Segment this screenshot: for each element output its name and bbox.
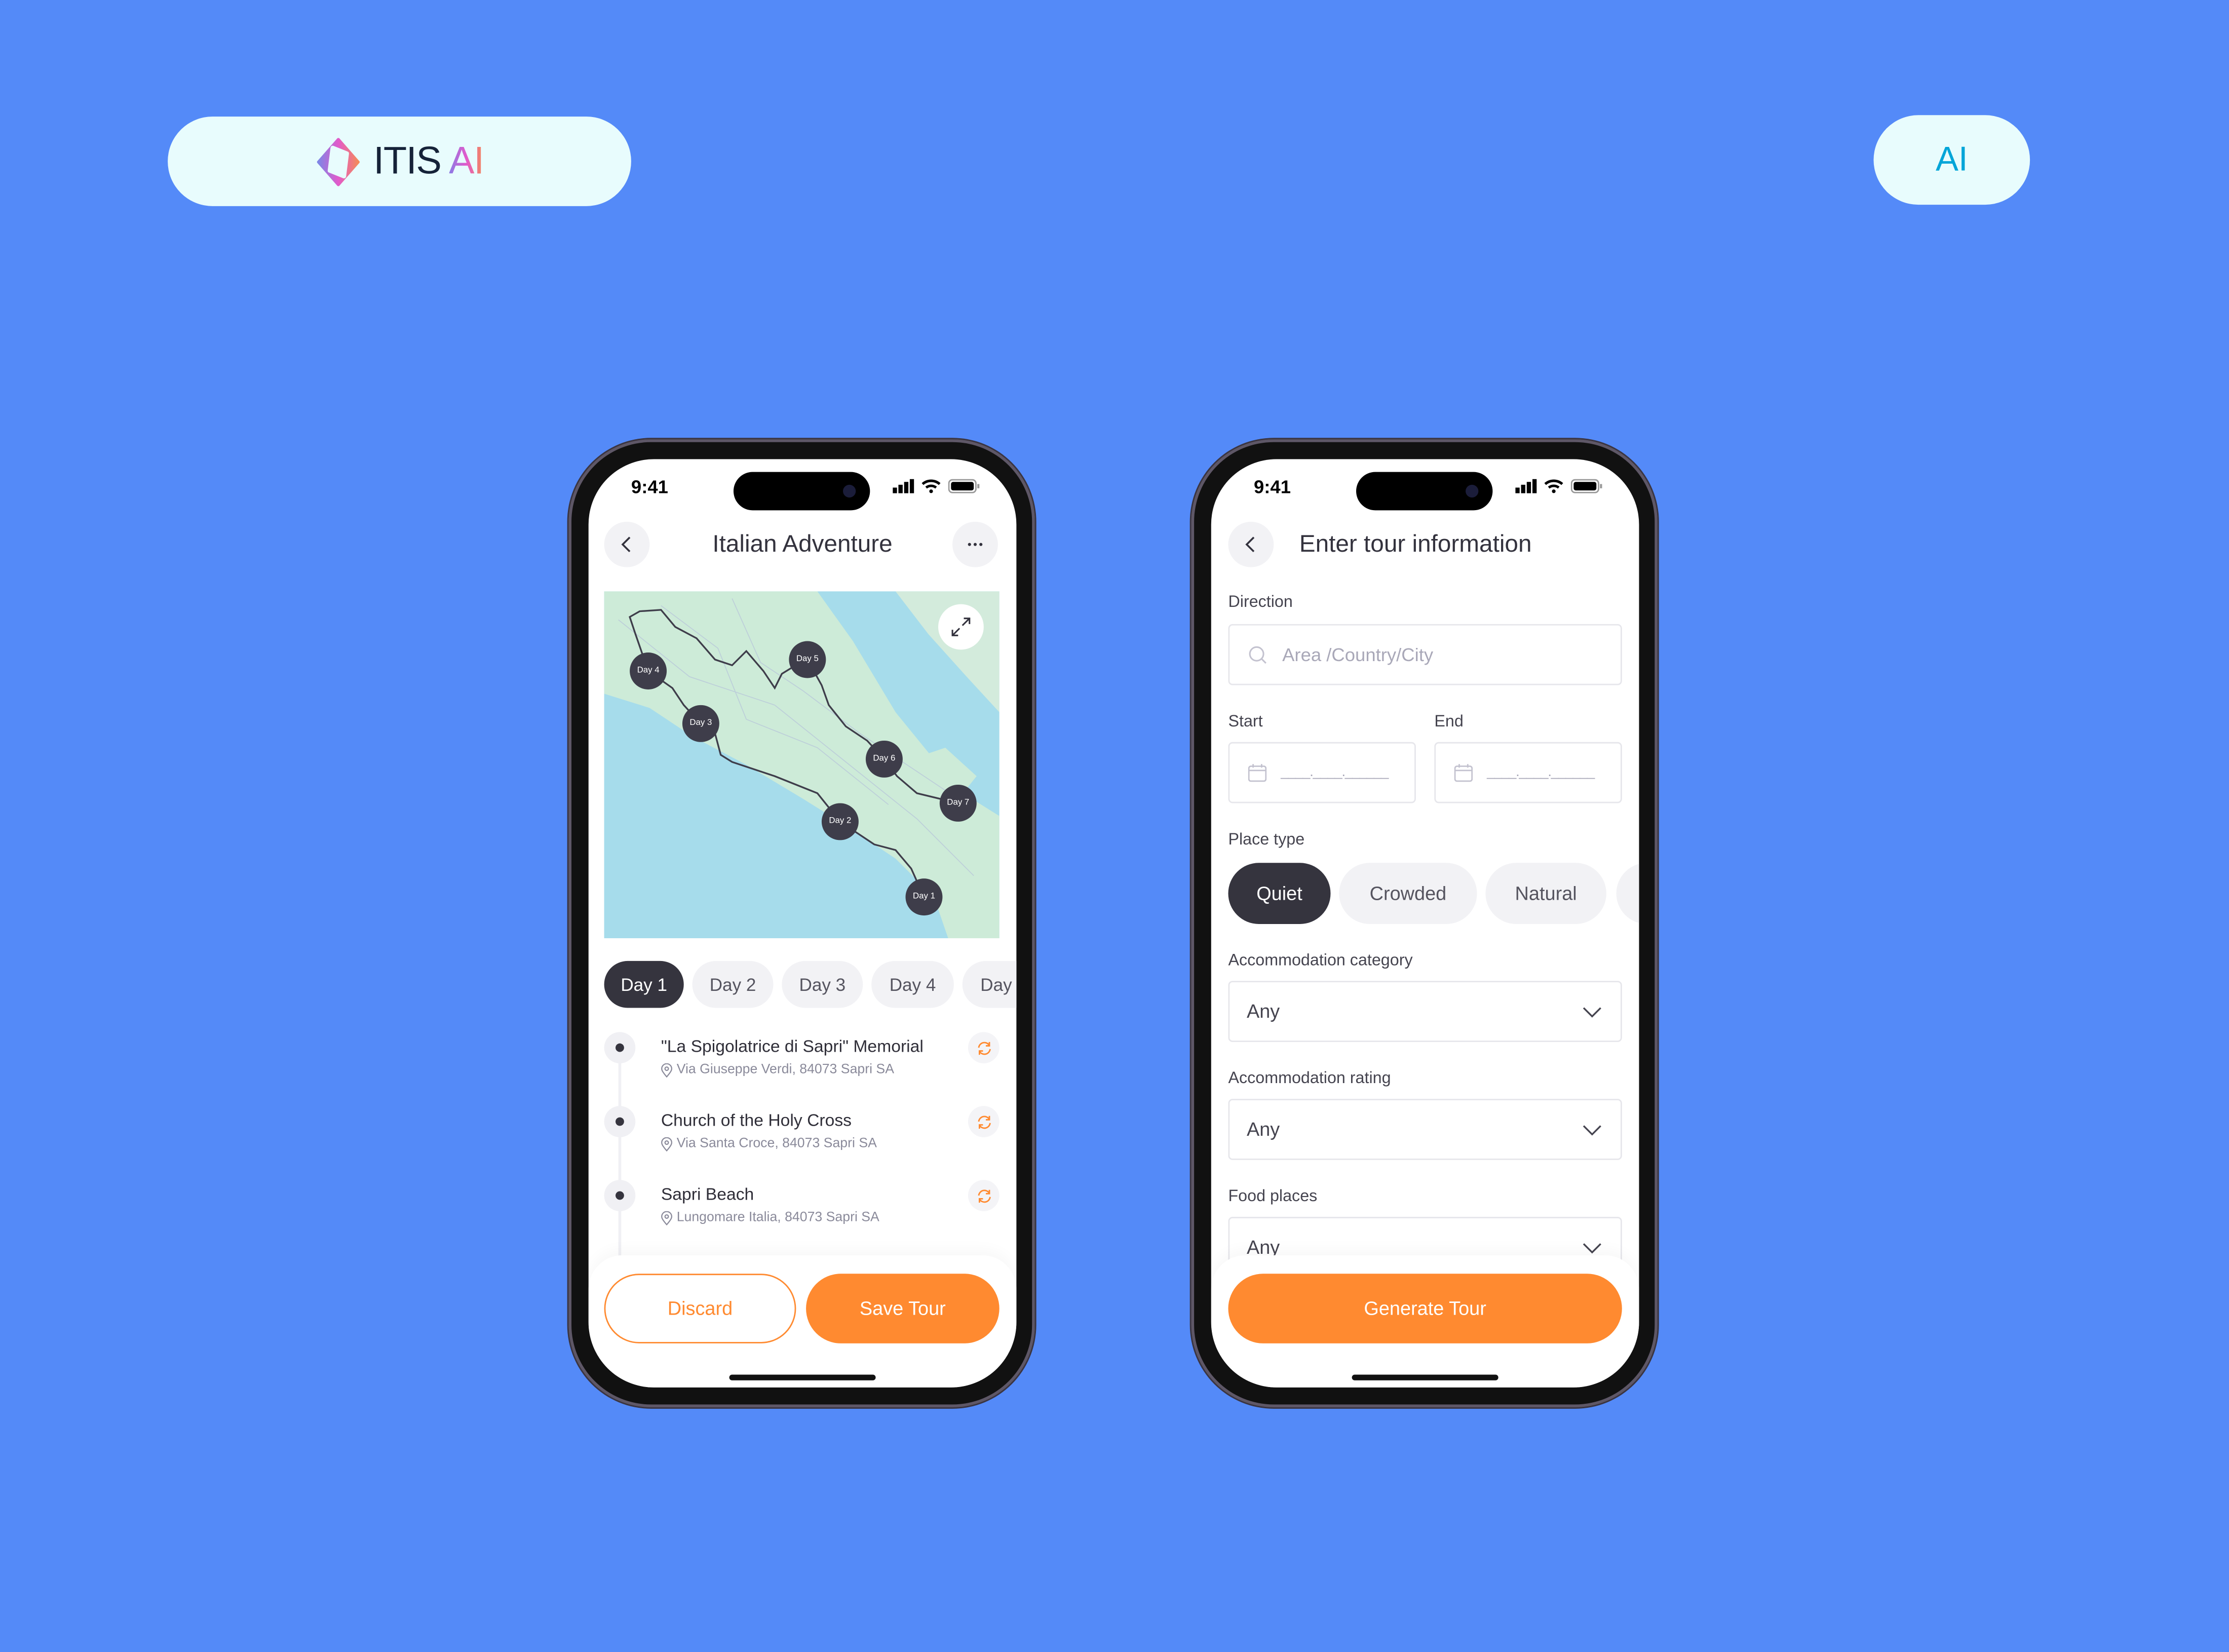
replace-stop-button[interactable] <box>968 1032 1000 1063</box>
map-marker[interactable]: Day 7 <box>939 784 977 822</box>
refresh-icon <box>977 1115 990 1128</box>
status-time: 9:41 <box>1253 476 1291 498</box>
calendar-icon <box>1248 764 1267 782</box>
place-type-natural[interactable]: Natural <box>1485 863 1606 924</box>
accommodation-rating-label: Accommodation rating <box>1228 1070 1391 1088</box>
wifi-icon <box>1544 479 1563 493</box>
stop-name: Sapri Beach <box>661 1184 754 1204</box>
tour-screen: 9:41 Italian Adventure Day 4 Day 3 Day 5… <box>588 459 1017 1388</box>
direction-label: Direction <box>1228 594 1293 611</box>
tab-day-3[interactable]: Day 3 <box>782 961 863 1008</box>
end-date-placeholder: ____.____.______ <box>1487 764 1595 781</box>
stop-address: Via Giuseppe Verdi, 84073 Sapri SA <box>661 1062 894 1078</box>
stop-name: Church of the Holy Cross <box>661 1110 852 1130</box>
tab-day-4[interactable]: Day 4 <box>871 961 954 1008</box>
dynamic-island <box>1356 472 1493 511</box>
battery-icon <box>1570 479 1602 493</box>
route-map[interactable]: Day 4 Day 3 Day 5 Day 6 Day 7 Day 2 Day … <box>604 591 1000 939</box>
start-label: Start <box>1228 713 1263 731</box>
accommodation-rating-select[interactable]: Any <box>1228 1099 1622 1160</box>
refresh-icon <box>977 1041 990 1054</box>
phone-tour: 9:41 Italian Adventure Day 4 Day 3 Day 5… <box>568 439 1035 1408</box>
stop-item[interactable]: "La Spigolatrice di Sapri" Memorial Via … <box>604 1032 1000 1089</box>
place-type-label: Place type <box>1228 831 1305 849</box>
ai-badge-label: AI <box>1935 140 1968 179</box>
tab-day-2[interactable]: Day 2 <box>692 961 774 1008</box>
bottom-action-bar: Discard Save Tour <box>588 1255 1017 1388</box>
stop-name: "La Spigolatrice di Sapri" Memorial <box>661 1036 924 1056</box>
ai-badge: AI <box>1873 115 2030 205</box>
timeline-dot <box>604 1032 636 1063</box>
stage: ITIS AI AI 9:41 Italian Adventure Day 4 … <box>0 0 2229 1652</box>
stop-item[interactable]: Church of the Holy Cross Via Santa Croce… <box>604 1106 1000 1163</box>
brand-logo: ITIS AI <box>168 117 631 206</box>
location-pin-icon <box>661 1210 673 1225</box>
wifi-icon <box>921 479 941 493</box>
map-marker[interactable]: Day 3 <box>682 705 719 742</box>
map-marker[interactable]: Day 1 <box>905 878 943 916</box>
battery-icon <box>948 479 980 493</box>
chevron-down-icon <box>1583 1242 1601 1253</box>
bottom-action-bar: Generate Tour <box>1211 1255 1639 1388</box>
start-date-input[interactable]: ____.____.______ <box>1228 742 1416 803</box>
location-pin-icon <box>661 1062 673 1077</box>
signal-icon <box>893 479 914 493</box>
tab-day-5[interactable]: Day 5 <box>962 961 1017 1008</box>
status-icons <box>1515 479 1602 493</box>
page-title: Enter tour information <box>1299 530 1532 557</box>
place-type-more[interactable] <box>1616 863 1639 924</box>
replace-stop-button[interactable] <box>968 1180 1000 1211</box>
signal-icon <box>1515 479 1537 493</box>
form-screen: 9:41 Enter tour information Direction Ar… <box>1211 459 1639 1388</box>
tab-day-1[interactable]: Day 1 <box>604 961 684 1008</box>
stop-item[interactable]: Sapri Beach Lungomare Italia, 84073 Sapr… <box>604 1180 1000 1237</box>
chevron-left-icon <box>1245 536 1255 553</box>
end-label: End <box>1434 713 1464 731</box>
status-icons <box>893 479 980 493</box>
direction-input[interactable]: Area /Country/City <box>1228 624 1622 685</box>
direction-placeholder: Area /Country/City <box>1282 644 1434 666</box>
map-marker[interactable]: Day 4 <box>630 652 667 689</box>
more-dots-icon <box>968 543 983 546</box>
timeline-dot <box>604 1180 636 1211</box>
discard-button[interactable]: Discard <box>604 1274 796 1343</box>
search-icon <box>1249 645 1266 663</box>
brand-name: ITIS AI <box>373 139 484 182</box>
accommodation-category-label: Accommodation category <box>1228 952 1413 970</box>
phone-form: 9:41 Enter tour information Direction Ar… <box>1191 439 1658 1408</box>
map-marker[interactable]: Day 2 <box>821 803 859 840</box>
replace-stop-button[interactable] <box>968 1106 1000 1137</box>
itis-logo-icon <box>316 137 360 186</box>
accommodation-rating-value: Any <box>1246 1119 1280 1140</box>
chevron-down-icon <box>1583 1006 1601 1017</box>
dynamic-island <box>733 472 870 511</box>
refresh-icon <box>977 1189 990 1202</box>
end-date-input[interactable]: ____.____.______ <box>1434 742 1622 803</box>
calendar-icon <box>1454 764 1473 782</box>
food-places-label: Food places <box>1228 1188 1318 1206</box>
stop-address: Lungomare Italia, 84073 Sapri SA <box>661 1210 879 1225</box>
save-tour-button[interactable]: Save Tour <box>806 1274 1000 1343</box>
home-indicator <box>729 1374 876 1380</box>
map-marker[interactable]: Day 5 <box>789 641 826 678</box>
status-time: 9:41 <box>631 476 668 498</box>
place-type-crowded[interactable]: Crowded <box>1339 863 1477 924</box>
stop-address: Via Santa Croce, 84073 Sapri SA <box>661 1136 877 1151</box>
back-button[interactable] <box>1228 521 1274 567</box>
generate-tour-button[interactable]: Generate Tour <box>1228 1274 1622 1343</box>
more-button[interactable] <box>952 521 998 567</box>
place-type-quiet[interactable]: Quiet <box>1228 863 1331 924</box>
expand-icon <box>951 618 971 636</box>
home-indicator <box>1352 1374 1498 1380</box>
accommodation-category-select[interactable]: Any <box>1228 981 1622 1042</box>
location-pin-icon <box>661 1136 673 1151</box>
map-marker[interactable]: Day 6 <box>865 740 903 778</box>
chevron-down-icon <box>1583 1124 1601 1135</box>
timeline-dot <box>604 1106 636 1137</box>
start-date-placeholder: ____.____.______ <box>1281 764 1389 781</box>
day-tabs: Day 1 Day 2 Day 3 Day 4 Day 5 <box>604 961 1017 1008</box>
expand-map-button[interactable] <box>938 604 984 650</box>
accommodation-category-value: Any <box>1246 1001 1280 1022</box>
